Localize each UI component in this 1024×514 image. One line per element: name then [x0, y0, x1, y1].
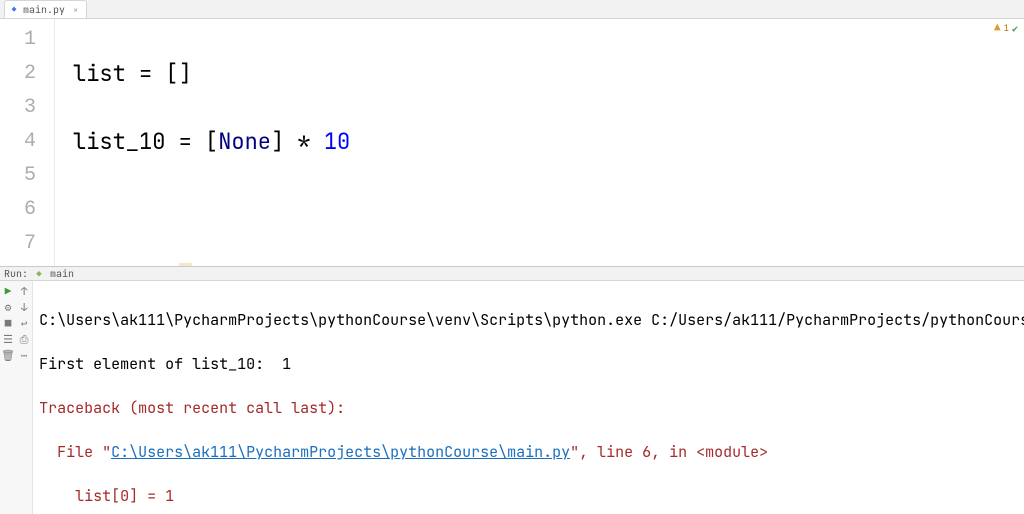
softwrap-icon[interactable]: ↩: [17, 317, 31, 331]
console-output[interactable]: C:\Users\ak111\PycharmProjects\pythonCou…: [33, 281, 1024, 514]
code-token: ] =: [192, 263, 245, 266]
tool-icon[interactable]: ⚙: [1, 301, 15, 315]
code-token: list = []: [73, 59, 192, 88]
file-tab-label: main.py: [23, 3, 65, 16]
close-icon[interactable]: ×: [73, 4, 78, 16]
code-line: list = []: [73, 57, 693, 91]
more-icon[interactable]: ⋯: [17, 349, 31, 363]
line-number: 4: [0, 125, 36, 159]
run-config-name: main: [50, 267, 74, 280]
run-toolbar[interactable]: ▶ ↑ ⚙ ↓ ■ ↩ ☰ ⎙ 🗑 ⋯: [0, 281, 33, 514]
run-label: Run:: [4, 267, 28, 280]
arrow-down-icon[interactable]: ↓: [17, 301, 31, 315]
code-token: ] *: [271, 127, 324, 156]
console-line: File "C:\Users\ak111\PycharmProjects\pyt…: [39, 441, 1020, 463]
line-number: 3: [0, 91, 36, 125]
run-toolwindow-header[interactable]: Run: ◆ main: [0, 266, 1024, 281]
code-editor[interactable]: ▲ 1 ✔ 1 2 3 4 5 6 7 list = [] list_10 = …: [0, 19, 1024, 266]
line-number: 1: [0, 23, 36, 57]
file-tab-main[interactable]: ◆ main.py ×: [4, 0, 87, 18]
console-file-link[interactable]: C:\Users\ak111\PycharmProjects\pythonCou…: [111, 442, 570, 462]
layout-icon[interactable]: ☰: [1, 333, 15, 347]
code-token: 10: [324, 127, 350, 156]
print-icon[interactable]: ⎙: [17, 333, 31, 347]
editor-tab-strip[interactable]: ◆ main.py ×: [0, 0, 1024, 19]
run-config-icon: ◆: [34, 269, 44, 279]
code-token: list_10[: [73, 263, 179, 266]
code-line: [73, 193, 693, 227]
code-line: list_10[0] = 1: [73, 261, 693, 266]
trash-icon[interactable]: 🗑: [1, 349, 15, 363]
python-file-icon: ◆: [9, 5, 19, 15]
inspection-badge[interactable]: ▲ 1 ✔: [994, 21, 1018, 35]
run-icon[interactable]: ▶: [1, 285, 15, 299]
run-toolwindow[interactable]: ▶ ↑ ⚙ ↓ ■ ↩ ☰ ⎙ 🗑 ⋯ C:\Users\ak111\Pycha…: [0, 281, 1024, 514]
code-content[interactable]: list = [] list_10 = [None] * 10 list_10[…: [55, 19, 693, 266]
console-line: list[0] = 1: [39, 485, 1020, 507]
warning-count: 1: [1004, 22, 1009, 34]
code-token: list_10 = [: [73, 127, 218, 156]
console-text: ", line 6, in <module>: [570, 442, 768, 462]
warning-icon: ▲: [994, 21, 1001, 35]
line-number: 7: [0, 227, 36, 261]
code-token: 1: [245, 263, 258, 266]
line-number-gutter[interactable]: 1 2 3 4 5 6 7: [0, 19, 55, 266]
line-number: 2: [0, 57, 36, 91]
check-icon: ✔: [1012, 22, 1018, 35]
arrow-up-icon[interactable]: ↑: [17, 285, 31, 299]
line-number: 5: [0, 159, 36, 193]
code-line: list_10 = [None] * 10: [73, 125, 693, 159]
line-number: 6: [0, 193, 36, 227]
console-line: First element of list_10: 1: [39, 353, 1020, 375]
console-line: C:\Users\ak111\PycharmProjects\pythonCou…: [39, 309, 1020, 331]
code-token: None: [218, 127, 271, 156]
console-line: Traceback (most recent call last):: [39, 397, 1020, 419]
console-text: File ": [39, 442, 111, 462]
code-token: 0: [179, 263, 192, 266]
stop-icon[interactable]: ■: [1, 317, 15, 331]
